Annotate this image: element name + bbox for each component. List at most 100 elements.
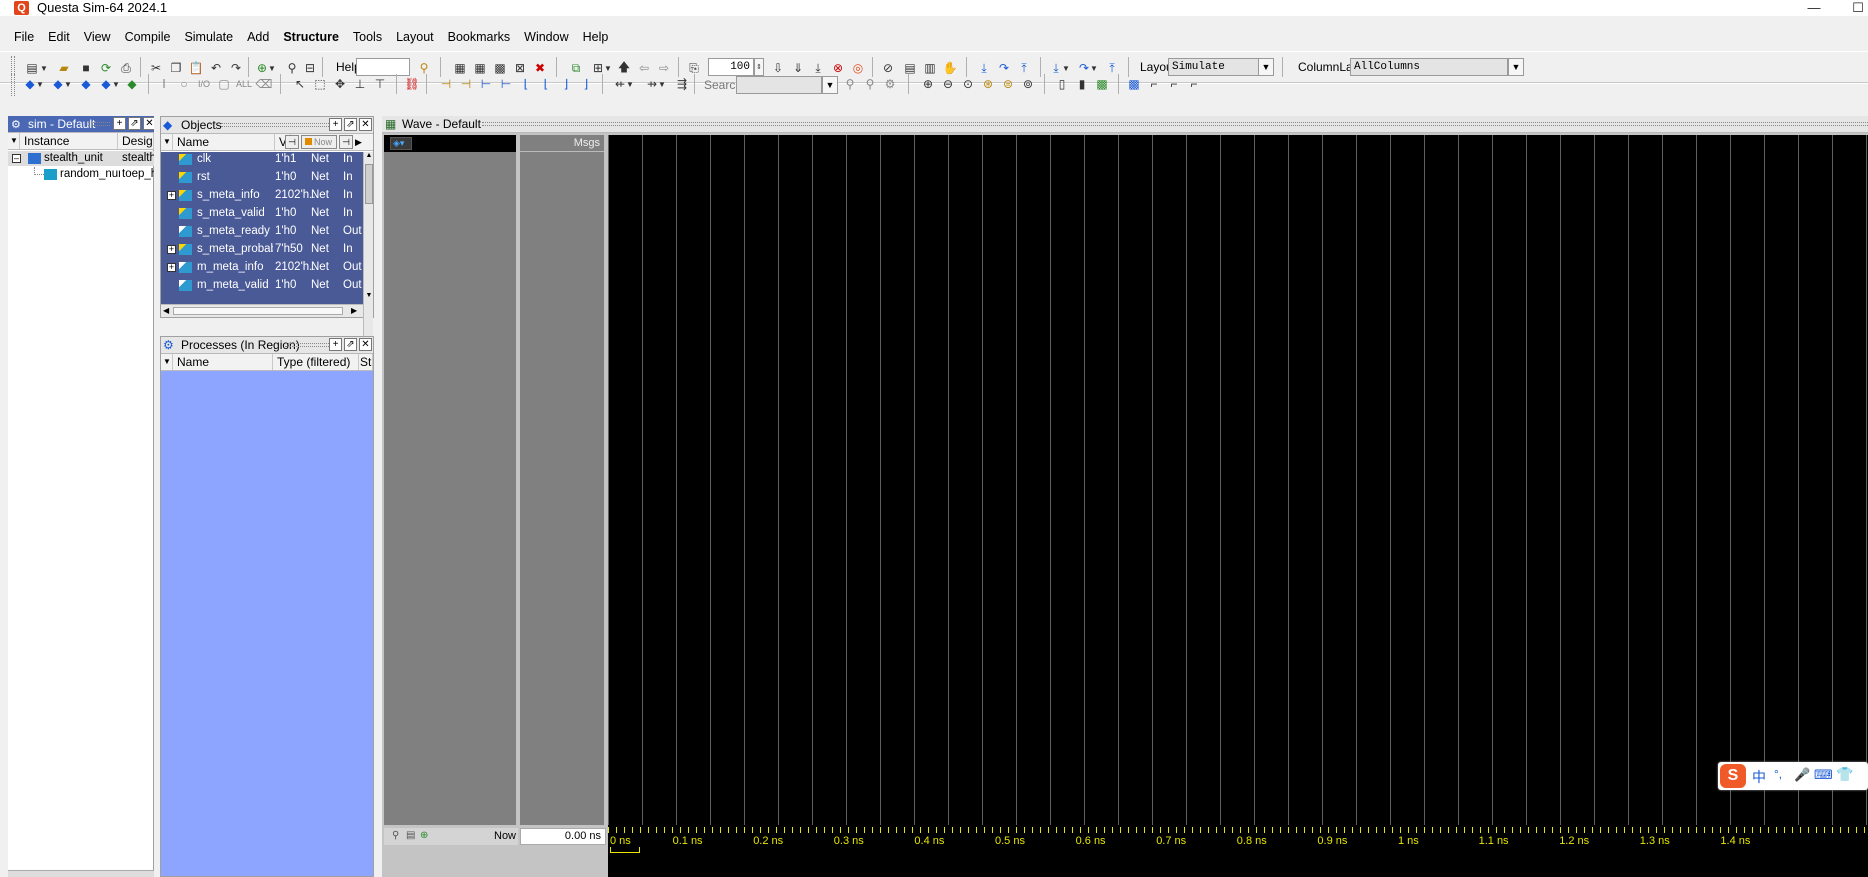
expand-left-dropdown-icon[interactable]: ▼ <box>626 76 634 92</box>
toolbar-grip-2[interactable] <box>11 74 15 96</box>
next-edge-icon[interactable]: ⊢ <box>498 76 514 92</box>
objects-pane-close-button[interactable]: ✕ <box>359 118 372 131</box>
cursor-remove-icon[interactable]: ⊣ <box>458 76 474 92</box>
wave-canvas[interactable] <box>608 135 1868 825</box>
i-o-icon[interactable]: I/O <box>196 76 212 92</box>
scroll-left-icon[interactable]: ◀ <box>163 306 169 315</box>
sim-row-stealth-unit[interactable]: – stealth_unit stealth_ <box>8 151 154 166</box>
wave-signal-names[interactable]: ◈▾ <box>384 135 518 825</box>
processes-col-name[interactable]: Name <box>173 354 273 370</box>
h-scroll-thumb[interactable] <box>173 307 343 315</box>
add-wave-dropdown-icon[interactable]: ▼ <box>36 76 44 92</box>
split-icon[interactable]: ⊤ <box>372 76 388 92</box>
minimize-button[interactable]: — <box>1804 0 1824 16</box>
object-row[interactable]: + s_meta_info 2102'h... Net In <box>161 188 363 203</box>
wave-format-4-icon[interactable]: ▩ <box>1126 76 1142 92</box>
menu-add[interactable]: Add <box>247 30 269 44</box>
wave-edge-1-icon[interactable]: ⌐ <box>1146 76 1162 92</box>
search-input[interactable] <box>736 76 822 94</box>
menu-edit[interactable]: Edit <box>48 30 70 44</box>
menu-window[interactable]: Window <box>524 30 568 44</box>
add-dataflow-dropdown-icon[interactable]: ▼ <box>112 76 120 92</box>
edge-icon[interactable]: ⊥ <box>352 76 368 92</box>
object-row[interactable]: + m_meta_info 2102'h... Net Out <box>161 260 363 275</box>
sort-icon[interactable]: ⊣ <box>285 135 299 149</box>
prev-edge-icon[interactable]: ⊢ <box>478 76 494 92</box>
zoom-in-icon[interactable]: ⊕ <box>920 76 936 92</box>
falling-edge-icon[interactable]: ⌋ <box>558 76 574 92</box>
search-prev-icon[interactable]: ⚲ <box>842 76 858 92</box>
wave-edge-2-icon[interactable]: ⌐ <box>1166 76 1182 92</box>
microphone-icon[interactable]: 🎤 <box>1794 767 1810 783</box>
ime-lang-toggle[interactable]: 中 <box>1752 767 1766 787</box>
filter-icon[interactable]: ⊣ <box>339 135 353 149</box>
menu-view[interactable]: View <box>84 30 111 44</box>
box-icon[interactable]: ▢ <box>216 76 232 92</box>
next-transition-icon[interactable]: ⌊ <box>538 76 554 92</box>
prev-transition-icon[interactable]: ⌊ <box>518 76 534 92</box>
add-list-dropdown-icon[interactable]: ▼ <box>64 76 72 92</box>
wave-format-2-icon[interactable]: ▮ <box>1074 76 1090 92</box>
menu-bookmarks[interactable]: Bookmarks <box>448 30 511 44</box>
zoom-out-icon[interactable]: ⊖ <box>940 76 956 92</box>
zoom-range-icon[interactable]: ⊜ <box>1000 76 1016 92</box>
object-row[interactable]: rst 1'h0 Net In <box>161 170 363 185</box>
object-row[interactable]: s_meta_ready 1'h0 Net Out <box>161 224 363 239</box>
circle-icon[interactable]: ○ <box>176 76 192 92</box>
collapse-icon[interactable]: – <box>12 154 21 163</box>
cursor-delete-icon[interactable]: ⊕ <box>420 830 428 841</box>
expand-right-dropdown-icon[interactable]: ▼ <box>658 76 666 92</box>
expand-icon[interactable]: + <box>167 191 176 200</box>
menu-structure[interactable]: Structure <box>283 30 339 44</box>
processes-col-state[interactable]: Sta <box>359 354 373 370</box>
all-icon[interactable]: ALL <box>236 76 252 92</box>
maximize-button[interactable]: ☐ <box>1848 0 1868 16</box>
objects-pane-undock-button[interactable]: ⇗ <box>344 118 357 131</box>
sim-horizontal-scrollbar[interactable] <box>8 870 154 877</box>
object-row[interactable]: + s_meta_probability7'h50 Net In <box>161 242 363 257</box>
skin-shirt-icon[interactable]: 👕 <box>1836 766 1853 783</box>
processes-header-menu-icon[interactable]: ▼ <box>161 354 173 370</box>
wave-display-options-icon[interactable]: ◈▾ <box>390 137 412 150</box>
expand-icon[interactable]: + <box>167 245 176 254</box>
processes-pane-undock-button[interactable]: ⇗ <box>344 338 357 351</box>
wave-format-1-icon[interactable]: ▯ <box>1054 76 1070 92</box>
add-schematic-icon[interactable]: ◆ <box>124 76 140 92</box>
objects-vertical-scrollbar[interactable]: ▲ ▼ <box>363 152 373 338</box>
time-ruler[interactable]: 0 ns 0.1 ns 0.2 ns 0.3 ns 0.4 ns 0.5 ns 0.6 ns… <box>608 825 1868 877</box>
sim-header-menu-icon[interactable]: ▼ <box>8 133 20 149</box>
objects-header-scroll-right-icon[interactable]: ▶ <box>355 135 365 149</box>
erase-icon[interactable]: ⌫ <box>256 76 273 92</box>
objects-header-menu-icon[interactable]: ▼ <box>161 134 173 150</box>
expand-icon[interactable]: + <box>167 263 176 272</box>
search-dropdown-icon[interactable]: ▼ <box>822 76 838 94</box>
scroll-thumb[interactable] <box>365 164 373 204</box>
menu-simulate[interactable]: Simulate <box>184 30 233 44</box>
expand-all-icon[interactable]: ⇶ <box>674 76 690 92</box>
sim-row-random-num[interactable]: random_num_... toep_has <box>8 167 154 182</box>
time-cursor-marker[interactable] <box>610 847 640 853</box>
wave-edge-3-icon[interactable]: ⌐ <box>1186 76 1202 92</box>
cursor-add-icon[interactable]: ⚲ <box>392 830 399 841</box>
zoom-box-icon[interactable]: ⬚ <box>312 76 328 92</box>
zoom-full-icon[interactable]: ⊙ <box>960 76 976 92</box>
scroll-up-icon[interactable]: ▲ <box>365 152 373 162</box>
cursor-add-icon[interactable]: ⊣ <box>438 76 454 92</box>
processes-col-type[interactable]: Type (filtered) <box>273 354 359 370</box>
zoom-last-icon[interactable]: ⊚ <box>1020 76 1036 92</box>
wave-format-3-icon[interactable]: ▩ <box>1094 76 1110 92</box>
objects-col-name[interactable]: Name <box>173 134 275 150</box>
pan-icon[interactable]: ✥ <box>332 76 348 92</box>
ime-punct-toggle[interactable]: °, <box>1774 767 1782 781</box>
link-icon[interactable]: ⛓ <box>404 76 420 92</box>
sim-pane-undock-button[interactable]: ⇗ <box>128 117 141 130</box>
search-next-icon[interactable]: ⚲ <box>862 76 878 92</box>
scroll-down-icon[interactable]: ▼ <box>365 292 373 302</box>
sim-pane-add-button[interactable]: + <box>113 117 126 130</box>
rising-edge-icon[interactable]: ⌋ <box>578 76 594 92</box>
sim-pane-close-button[interactable]: ✕ <box>143 117 154 130</box>
keyboard-icon[interactable]: ⌨ <box>1814 767 1833 783</box>
menu-file[interactable]: File <box>14 30 34 44</box>
scroll-right-icon[interactable]: ▶ <box>351 306 357 315</box>
objects-pane-add-button[interactable]: + <box>329 118 342 131</box>
